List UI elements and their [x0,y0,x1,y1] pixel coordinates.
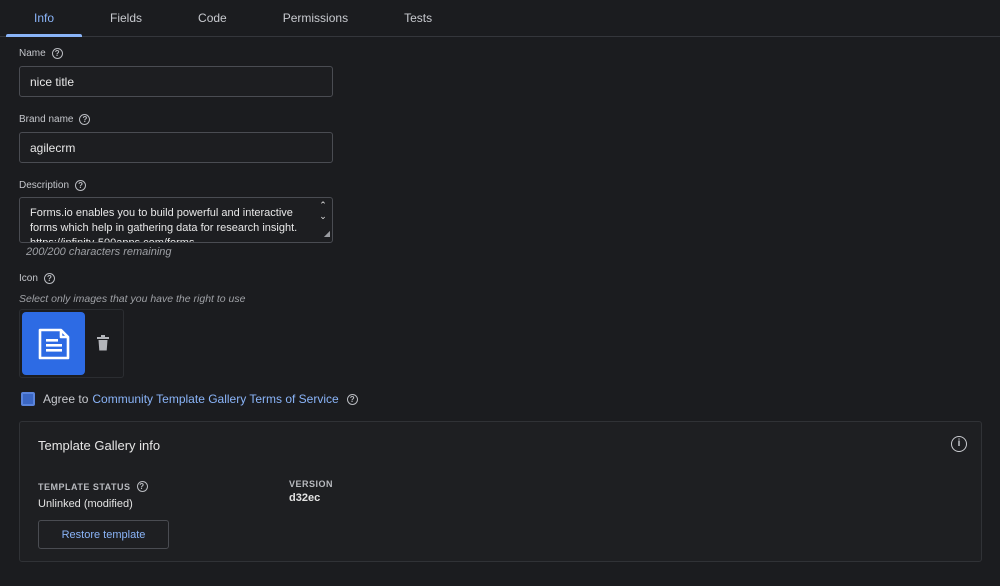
template-gallery-card: Template Gallery info i TEMPLATE STATUS … [19,421,982,562]
icon-hint: Select only images that you have the rig… [19,293,246,305]
help-icon[interactable]: ? [43,273,55,284]
card-title: Template Gallery info [38,438,161,453]
chevron-down-icon[interactable]: ⌄ [319,211,327,222]
help-icon[interactable]: ? [51,48,63,59]
template-status-value: Unlinked (modified) [38,498,133,510]
info-icon[interactable]: i [951,436,967,452]
icon-label: Icon ? [19,273,55,284]
tab-info[interactable]: Info [6,0,83,37]
help-icon[interactable]: ? [79,114,91,125]
terms-agreement: Agree to Community Template Gallery Term… [21,392,358,406]
tab-tests[interactable]: Tests [376,0,460,36]
resize-handle-icon[interactable]: ◢ [324,226,330,241]
icon-image[interactable] [22,312,85,375]
terms-link[interactable]: Community Template Gallery Terms of Serv… [92,392,338,406]
characters-remaining: 200/200 characters remaining [26,246,172,258]
tab-fields[interactable]: Fields [82,0,170,36]
tab-code[interactable]: Code [170,0,255,36]
restore-template-button[interactable]: Restore template [38,520,169,549]
brand-name-label: Brand name ? [19,114,91,125]
version-value: d32ec [289,492,321,504]
chevron-up-icon[interactable]: ⌃ [319,200,327,211]
textarea-scrollbar[interactable]: ⌃ ⌄ [318,200,328,222]
trash-icon[interactable] [96,335,110,351]
name-label: Name ? [19,48,63,59]
version-label: VERSION [289,479,334,489]
brand-name-input[interactable]: agilecrm [19,132,333,163]
help-icon[interactable]: ? [136,481,148,492]
terms-checkbox[interactable] [21,392,35,406]
document-icon [38,328,69,359]
tab-bar: Info Fields Code Permissions Tests [0,0,1000,37]
help-icon[interactable]: ? [346,393,358,405]
app-page: Info Fields Code Permissions Tests Name … [0,0,1000,586]
help-icon[interactable]: ? [75,180,87,191]
description-textarea[interactable]: Forms.io enables you to build powerful a… [19,197,333,243]
tab-permissions[interactable]: Permissions [255,0,376,36]
name-input[interactable]: nice title [19,66,333,97]
description-label: Description ? [19,180,87,191]
template-status-label: TEMPLATE STATUS ? [38,481,148,492]
